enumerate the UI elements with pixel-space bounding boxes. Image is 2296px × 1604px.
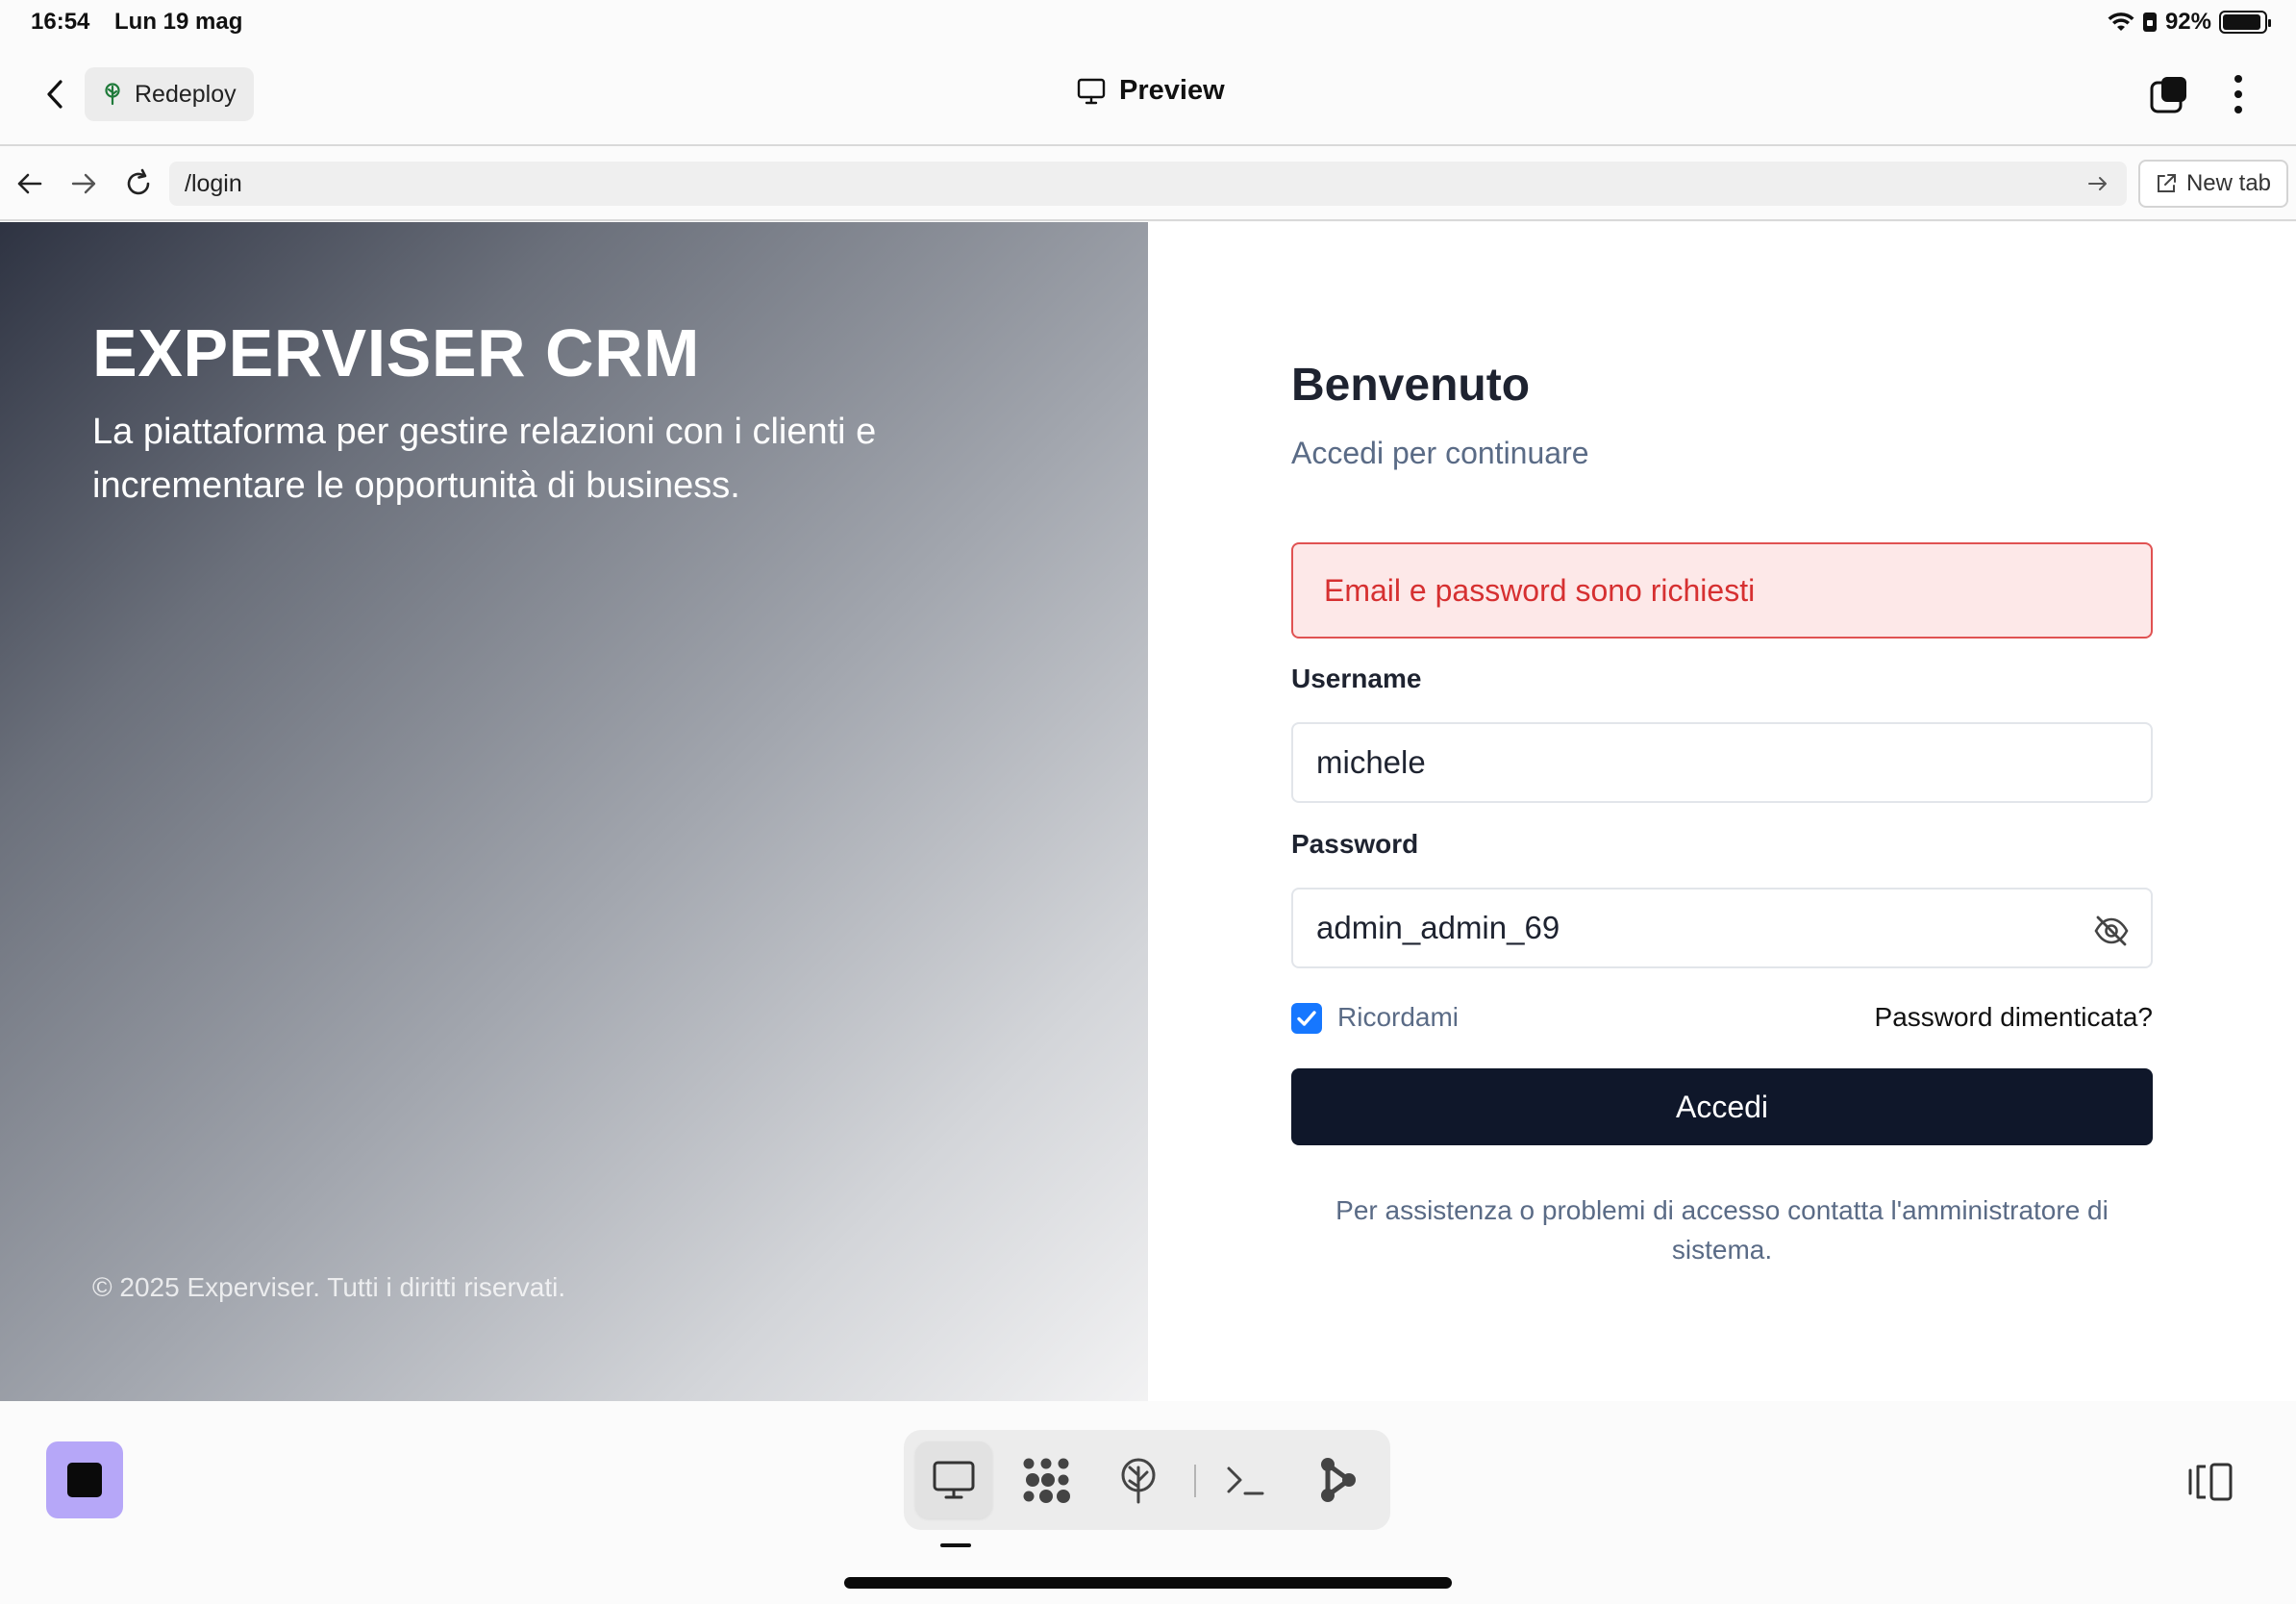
forgot-password-link[interactable]: Password dimenticata?	[1875, 1002, 2153, 1033]
monitor-icon	[1077, 78, 1106, 104]
stop-button[interactable]	[46, 1441, 123, 1518]
terminal-icon	[1227, 1466, 1264, 1495]
redeploy-label: Redeploy	[135, 80, 237, 108]
password-value: admin_admin_69	[1316, 910, 1560, 945]
login-subtitle: Accedi per continuare	[1291, 436, 1589, 470]
arrow-left-icon[interactable]	[13, 167, 46, 200]
monitor-icon	[933, 1461, 975, 1499]
lock-rotation-icon	[2142, 13, 2157, 32]
new-tab-label: New tab	[2185, 170, 2272, 196]
password-field[interactable]: admin_admin_69	[1291, 888, 2153, 968]
dock-terminal-button[interactable]	[1208, 1441, 1285, 1518]
dock-separator	[1194, 1465, 1196, 1497]
remember-label[interactable]: Ricordami	[1337, 1002, 1459, 1033]
hero-panel: EXPERVISER CRM La piattaforma per gestir…	[0, 222, 1148, 1401]
eye-off-icon[interactable]	[2093, 913, 2130, 949]
remember-row: Ricordami Password dimenticata?	[1291, 997, 2153, 1040]
back-chevron-icon[interactable]	[38, 77, 73, 112]
preview-label: Preview	[1119, 75, 1225, 106]
dock-preview-button[interactable]	[915, 1441, 992, 1518]
help-text: Per assistenza o problemi di accesso con…	[1335, 1195, 2109, 1265]
login-button-label: Accedi	[1675, 1089, 1769, 1124]
dock	[904, 1430, 1390, 1530]
error-alert: Email e password sono richiesti	[1291, 542, 2153, 639]
status-bar: 16:54 Lun 19 mag 92%	[0, 0, 2296, 44]
battery-percent: 92%	[2164, 9, 2211, 35]
copyright-text: © 2025 Experviser. Tutti i diritti riser…	[92, 1272, 566, 1302]
browser-toolbar: /login New tab	[0, 146, 2296, 221]
check-icon	[1297, 1011, 1316, 1026]
bottom-toolbar	[0, 1401, 2296, 1604]
login-title: Benvenuto	[1291, 360, 1531, 411]
app-header: Redeploy Preview	[0, 44, 2296, 146]
stop-icon	[67, 1463, 102, 1497]
go-arrow-icon[interactable]	[2086, 172, 2109, 195]
webpage: EXPERVISER CRM La piattaforma per gestir…	[0, 222, 2296, 1401]
active-indicator	[940, 1543, 971, 1547]
username-field[interactable]: michele	[1291, 722, 2153, 803]
page-title: Preview	[1077, 75, 1225, 107]
password-label: Password	[1291, 829, 1419, 859]
share-graph-icon	[1321, 1458, 1356, 1502]
deploy-icon	[1121, 1458, 1156, 1504]
reload-icon[interactable]	[122, 167, 155, 200]
home-indicator	[844, 1577, 1452, 1589]
new-tab-button[interactable]: New tab	[2138, 160, 2288, 208]
redeploy-button[interactable]: Redeploy	[85, 67, 254, 121]
remember-checkbox[interactable]	[1291, 1003, 1322, 1034]
username-value: michele	[1316, 744, 1426, 780]
apps-grid-icon	[1023, 1458, 1070, 1503]
dock-share-button[interactable]	[1300, 1441, 1377, 1518]
arrow-right-icon[interactable]	[67, 167, 100, 200]
dock-apps-button[interactable]	[1008, 1441, 1085, 1518]
status-date: Lun 19 mag	[114, 9, 243, 35]
dock-deploy-button[interactable]	[1100, 1441, 1177, 1518]
tree-icon	[105, 83, 120, 106]
address-url: /login	[185, 169, 242, 197]
status-time: 16:54	[31, 9, 90, 35]
login-button[interactable]: Accedi	[1291, 1068, 2153, 1145]
status-indicators: 92%	[2108, 9, 2271, 36]
hero-title: EXPERVISER CRM	[92, 315, 700, 390]
external-link-icon	[2157, 174, 2176, 192]
address-bar[interactable]: /login	[169, 162, 2127, 206]
wifi-icon	[2108, 13, 2134, 31]
battery-icon	[2219, 11, 2271, 34]
panel-toggle-icon[interactable]	[2186, 1461, 2234, 1503]
tabs-icon[interactable]	[2150, 75, 2188, 113]
login-form: Benvenuto Accedi per continuare Email e …	[1291, 222, 2153, 1401]
more-vertical-icon[interactable]	[2221, 71, 2256, 117]
hero-subtitle: La piattaforma per gestire relazioni con…	[92, 412, 877, 506]
username-label: Username	[1291, 664, 1422, 693]
error-message: Email e password sono richiesti	[1324, 572, 1756, 608]
